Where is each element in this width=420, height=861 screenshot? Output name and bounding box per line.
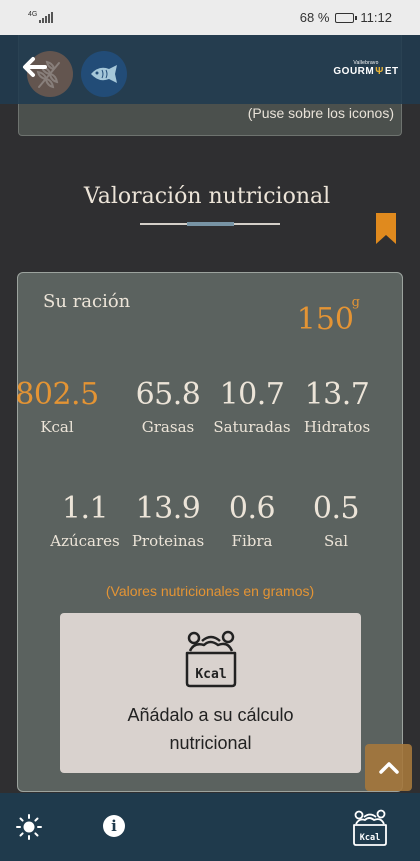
values-note: (Valores nutricionales en gramos) bbox=[105, 583, 315, 599]
kcal-basket-icon[interactable]: Kcal bbox=[350, 809, 390, 847]
clock: 11:12 bbox=[360, 10, 392, 25]
fork-icon: Ψ bbox=[375, 65, 384, 77]
kcal-basket-icon: Kcal bbox=[185, 630, 237, 688]
battery-icon bbox=[335, 12, 358, 23]
nutrient-value: 802.5 bbox=[15, 377, 99, 412]
kcal-icon-label: Kcal bbox=[195, 667, 226, 682]
nutrient-value: 13.7 bbox=[304, 377, 370, 412]
brand-logo[interactable]: Vallebravo GOURM Ψ ET bbox=[333, 55, 398, 81]
nutrient-label: Hidratos bbox=[303, 418, 371, 436]
sun-icon[interactable] bbox=[16, 814, 42, 840]
add-to-calculation-button[interactable]: Kcal Añádalo a su cálculo nutricional bbox=[60, 613, 361, 773]
section-title: Valoración nutricional bbox=[83, 184, 331, 209]
nutrient-sal: 0.5 Sal bbox=[286, 491, 386, 550]
signal-indicator: 4G bbox=[28, 11, 54, 23]
hover-note: (Puse sobre los iconos) bbox=[247, 105, 394, 121]
ration-amount: 150 bbox=[296, 302, 354, 337]
ration-label: Su ración bbox=[43, 291, 131, 312]
back-arrow-icon bbox=[23, 57, 47, 77]
title-divider-accent bbox=[187, 222, 234, 226]
status-bar: 4G 68 % 11:12 bbox=[0, 0, 420, 35]
info-icon[interactable]: i bbox=[103, 815, 125, 837]
ration-unit: g bbox=[351, 295, 360, 310]
bookmark-icon[interactable] bbox=[376, 213, 396, 244]
fish-icon[interactable] bbox=[81, 51, 127, 97]
brand-logo-big: GOURM Ψ ET bbox=[333, 65, 399, 77]
nutrient-label: Kcal bbox=[40, 418, 74, 436]
nutrient-kcal: 802.5 Kcal bbox=[7, 377, 107, 436]
back-button[interactable] bbox=[20, 53, 48, 81]
kcal-button-label: Kcal bbox=[360, 833, 380, 843]
chevron-up-icon bbox=[378, 761, 399, 774]
bottom-bar: i Kcal bbox=[0, 793, 420, 861]
nutrient-hidratos: 13.7 Hidratos bbox=[287, 377, 387, 436]
signal-bars-icon bbox=[39, 12, 54, 23]
top-nav-bar: Vallebravo GOURM Ψ ET bbox=[0, 35, 420, 104]
scroll-to-top-button[interactable] bbox=[365, 744, 412, 791]
nutrition-card: Su ración 150 g 802.5 Kcal 65.8 Grasas 1… bbox=[15, 272, 403, 792]
nutrient-label: Sal bbox=[323, 532, 349, 550]
battery-percent: 68 % bbox=[299, 10, 330, 25]
nutrient-value: 0.5 bbox=[312, 491, 360, 526]
add-to-calculation-label: Añádalo a su cálculo nutricional bbox=[127, 705, 294, 753]
network-type: 4G bbox=[28, 11, 38, 18]
